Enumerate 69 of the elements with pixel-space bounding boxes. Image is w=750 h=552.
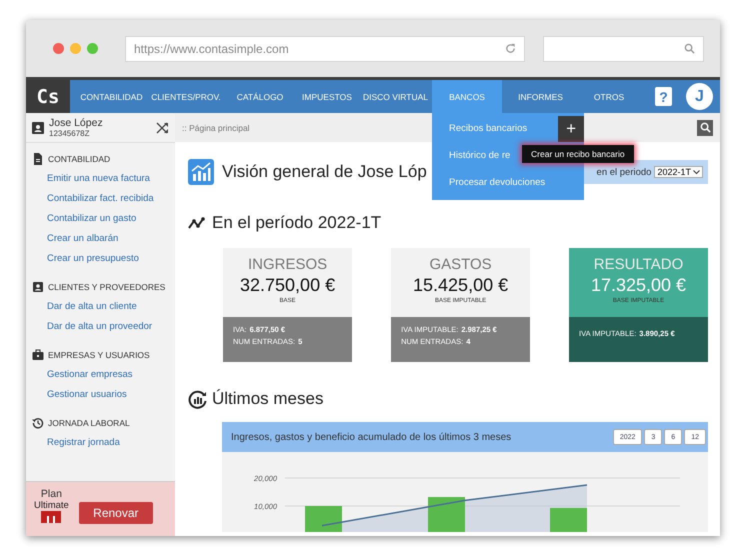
history-icon <box>32 417 44 429</box>
section-heading: JORNADA LABORAL <box>48 418 130 428</box>
nav-tab[interactable]: BANCOS <box>432 80 502 113</box>
period-label: en el periodo <box>596 166 652 178</box>
sidebar-link[interactable]: Dar de alta un proveedor <box>32 317 175 337</box>
plan-label: Plan <box>40 488 62 500</box>
nav-tab[interactable]: IMPUESTOS <box>295 80 359 113</box>
chevron-icon <box>693 170 700 174</box>
card-title: INGRESOS <box>248 256 328 273</box>
sidebar-link[interactable]: Crear un albarán <box>32 229 175 249</box>
renew-button[interactable]: Renovar <box>78 502 153 524</box>
section-heading: CLIENTES Y PROVEEDORES <box>48 282 166 292</box>
shuffle-icon[interactable] <box>156 122 169 134</box>
nav-tab[interactable]: DISCO VIRTUAL <box>359 80 432 113</box>
bar <box>550 508 587 532</box>
nav-tab[interactable]: CONTABILIDAD <box>76 80 147 113</box>
page-title: Visión general de Jose Lóp <box>222 162 427 182</box>
menu-item[interactable]: Recibos bancarios <box>432 123 558 134</box>
nav-tab[interactable]: CLIENTES/PROV. <box>147 80 225 113</box>
card-title: RESULTADO <box>594 256 684 273</box>
trend-icon <box>188 216 208 230</box>
document-icon <box>32 153 44 165</box>
sidebar-link[interactable]: Registrar jornada <box>32 433 175 453</box>
address-bar[interactable]: https://www.contasimple.com <box>125 36 525 62</box>
window-control-icon[interactable] <box>53 43 64 54</box>
user-id: 12345678Z <box>49 129 90 138</box>
search-button[interactable] <box>697 120 713 136</box>
logo[interactable]: Cs <box>26 80 70 113</box>
card-title: GASTOS <box>429 256 492 273</box>
bar <box>428 497 465 532</box>
user-name: Jose López <box>49 117 104 129</box>
menu-item[interactable]: Procesar devoluciones <box>432 177 584 188</box>
window-control-icon[interactable] <box>70 43 81 54</box>
sidebar-link[interactable]: Crear un presupuesto <box>32 249 175 269</box>
section-heading: EMPRESAS Y USUARIOS <box>48 350 150 360</box>
avatar[interactable]: J <box>686 83 713 110</box>
card-amount: 32.750,00 € <box>240 275 336 296</box>
period-select[interactable]: 2022-1T <box>654 166 703 178</box>
sidebar-link[interactable]: Contabilizar un gasto <box>32 209 175 229</box>
help-button[interactable]: ? <box>655 87 672 106</box>
add-button[interactable]: + <box>558 116 584 142</box>
chart-cycle-icon <box>188 389 208 409</box>
plan-icon <box>41 511 62 523</box>
section-title: Últimos meses <box>212 389 324 409</box>
search-icon <box>684 43 695 54</box>
sidebar-link[interactable]: Contabilizar fact. recibida <box>32 189 175 209</box>
section-title: En el período 2022-1T <box>212 213 382 233</box>
browser-search-field[interactable] <box>543 36 704 62</box>
plan-name: Ultimate <box>34 500 69 511</box>
sidebar-link[interactable]: Emitir una nueva factura <box>32 169 175 189</box>
user-icon <box>32 122 44 134</box>
reload-icon[interactable] <box>505 43 516 54</box>
section-heading: CONTABILIDAD <box>48 154 110 164</box>
contacts-icon <box>32 281 44 293</box>
chart-title: Ingresos, gastos y beneficio acumulado de los últimos 3 meses <box>231 432 512 442</box>
chart-icon <box>188 159 214 185</box>
window-control-icon[interactable] <box>87 43 98 54</box>
bar <box>305 506 342 532</box>
sidebar-link[interactable]: Dar de alta un cliente <box>32 297 175 317</box>
nav-tab[interactable]: CATÁLOGO <box>225 80 295 113</box>
breadcrumb: :: Página principal <box>182 122 250 132</box>
sidebar-link[interactable]: Gestionar empresas <box>32 365 175 385</box>
nav-tab[interactable]: OTROS <box>579 80 640 113</box>
briefcase-icon <box>32 349 44 361</box>
sidebar-link[interactable]: Gestionar usuarios <box>32 385 175 405</box>
tooltip: Crear un recibo bancario <box>522 145 634 163</box>
nav-tab[interactable]: INFORMES <box>502 80 580 113</box>
card-amount: 15.425,00 € <box>413 275 508 296</box>
card-amount: 17.325,00 € <box>590 275 686 296</box>
